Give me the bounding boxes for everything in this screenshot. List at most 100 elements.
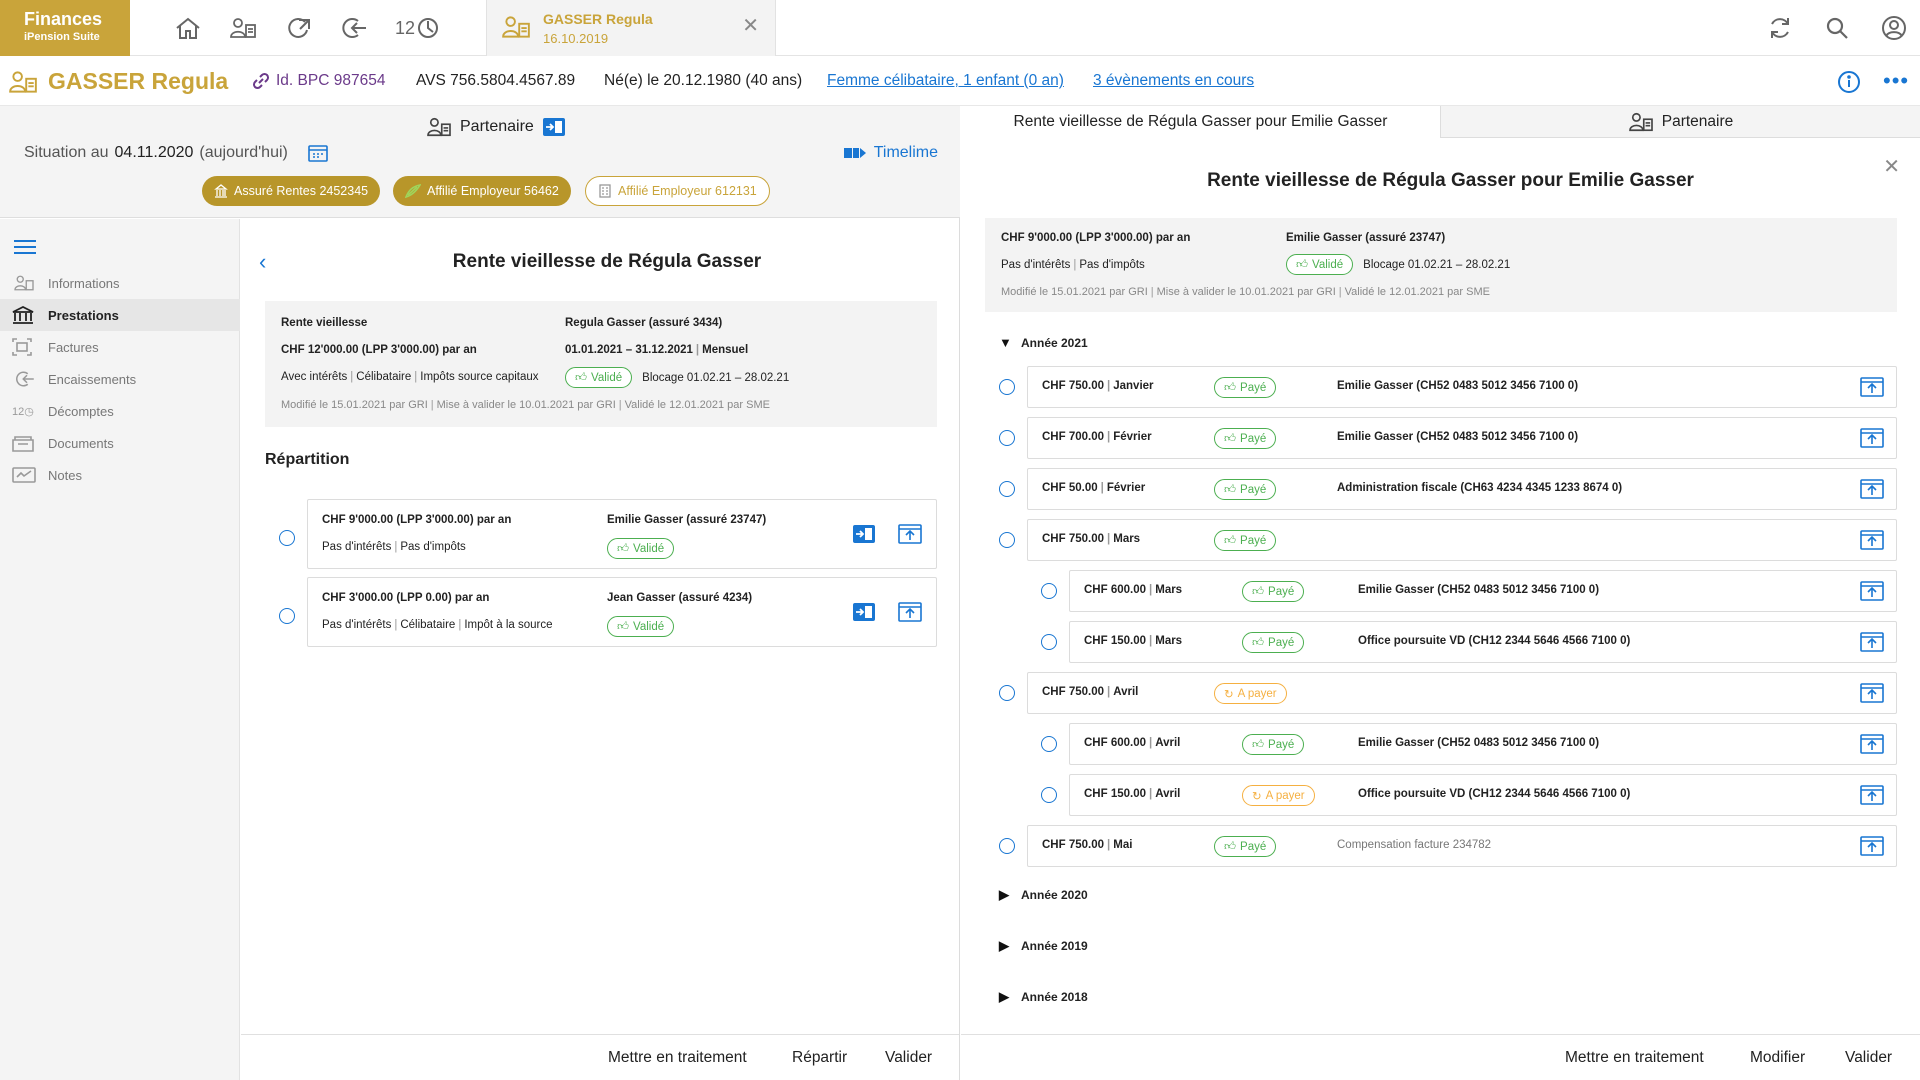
invoice-icon [12, 338, 38, 356]
pill-assure-rentes[interactable]: Assuré Rentes 2452345 [202, 176, 381, 206]
radio-payment[interactable] [999, 838, 1015, 854]
radio-repartition-2[interactable] [279, 608, 295, 624]
family-link[interactable]: Femme célibataire, 1 enfant (0 an) [827, 72, 1064, 90]
separator: | [1107, 380, 1111, 392]
calendar-icon[interactable] [308, 144, 328, 162]
payment-row[interactable]: CHF 600.00 | Mars 👍︎ Payé Emilie Gasser (CH52… [1069, 570, 1897, 612]
pending-icon: ↻ [1224, 688, 1234, 701]
upload-icon[interactable] [1860, 734, 1884, 754]
top-bar: Finances iPension Suite 12 GASSER Regula… [0, 0, 1920, 56]
radio-payment[interactable] [1041, 736, 1057, 752]
counter-icon[interactable]: 12 [392, 14, 442, 42]
card-details: Pas d'intérêts | Célibataire | Impôt à la so… [322, 619, 553, 631]
app-brand[interactable]: Finances iPension Suite [0, 0, 130, 56]
sidebar-item-factures[interactable]: Factures [0, 331, 240, 363]
payment-row[interactable]: CHF 750.00 | Mars 👍︎ Payé [1027, 519, 1897, 561]
upload-icon[interactable] [1860, 581, 1884, 601]
valider-button[interactable]: Valider [885, 1049, 932, 1067]
year-2018-header[interactable]: ▶ Année 2018 [999, 989, 1088, 1005]
person-id[interactable]: Id. BPC 987654 [276, 72, 385, 90]
status-label: Validé [591, 371, 623, 384]
upload-icon[interactable] [1860, 530, 1884, 550]
close-icon[interactable]: ✕ [742, 16, 759, 36]
year-2020-header[interactable]: ▶ Année 2020 [999, 887, 1088, 903]
events-link[interactable]: 3 évènements en cours [1093, 72, 1254, 90]
radio-repartition-1[interactable] [279, 530, 295, 546]
search-icon[interactable] [1822, 14, 1852, 42]
payment-row[interactable]: CHF 600.00 | Avril 👍︎ Payé Emilie Gasser (CH5… [1069, 723, 1897, 765]
persons-icon[interactable] [228, 14, 258, 42]
status-label: Payé [1240, 534, 1267, 547]
upload-icon[interactable] [898, 524, 922, 544]
modifier-button[interactable]: Modifier [1750, 1049, 1805, 1067]
sidebar-item-encaissements[interactable]: Encaissements [0, 363, 240, 395]
user-account-icon[interactable] [1879, 14, 1909, 42]
sidebar-item-prestations[interactable]: Prestations [0, 299, 240, 331]
pill-label: Assuré Rentes 2452345 [234, 184, 369, 198]
status-badge: 👍︎ Payé [1242, 632, 1305, 653]
situation-suffix: (aujourd'hui) [199, 144, 288, 161]
year-2019-header[interactable]: ▶ Année 2019 [999, 938, 1088, 954]
payment-row[interactable]: CHF 750.00 | Janvier 👍︎ Payé Emilie Gasser (C… [1027, 366, 1897, 408]
documents-icon [12, 434, 38, 452]
info-icon[interactable] [1837, 70, 1861, 94]
split-view-icon[interactable] [852, 602, 876, 622]
blocage: Blocage 01.02.21 – 28.02.21 [1363, 258, 1511, 271]
forward-icon[interactable] [283, 14, 313, 42]
year-2021-header[interactable]: ▼ Année 2021 [999, 335, 1088, 350]
sidebar-item-label: Notes [48, 467, 82, 483]
upload-icon[interactable] [1860, 479, 1884, 499]
building-icon [214, 184, 228, 198]
sidebar-item-documents[interactable]: Documents [0, 427, 240, 459]
radio-payment[interactable] [1041, 583, 1057, 599]
payment-row[interactable]: CHF 750.00 | Mai 👍︎ Payé Compensation facture… [1027, 825, 1897, 867]
tab-rente-emilie[interactable]: Rente vieillesse de Régula Gasser pour E… [961, 106, 1441, 138]
payment-row[interactable]: CHF 50.00 | Février 👍︎ Payé Administration fi… [1027, 468, 1897, 510]
payment-row[interactable]: CHF 150.00 | Avril ↻ A payer Office poursuite… [1069, 774, 1897, 816]
radio-payment[interactable] [999, 481, 1015, 497]
more-options-icon[interactable]: ••• [1883, 68, 1909, 94]
sidebar-item-notes[interactable]: Notes [0, 459, 240, 491]
payment-amount: CHF 50.00 [1042, 482, 1098, 494]
radio-payment[interactable] [999, 685, 1015, 701]
upload-icon[interactable] [898, 602, 922, 622]
split-view-icon[interactable] [542, 117, 566, 137]
upload-icon[interactable] [1860, 377, 1884, 397]
upload-icon[interactable] [1860, 785, 1884, 805]
payment-row[interactable]: CHF 750.00 | Avril ↻ A payer [1027, 672, 1897, 714]
timeline-button[interactable]: Timelime [843, 144, 938, 162]
upload-icon[interactable] [1860, 632, 1884, 652]
radio-payment[interactable] [1041, 787, 1057, 803]
upload-icon[interactable] [1860, 836, 1884, 856]
refresh-icon[interactable] [1765, 14, 1795, 42]
document-tab[interactable]: GASSER Regula 16.10.2019 ✕ [486, 0, 776, 56]
mettre-en-traitement-button[interactable]: Mettre en traitement [608, 1049, 747, 1067]
partner-selector[interactable]: Partenaire [426, 112, 566, 142]
home-icon[interactable] [173, 14, 203, 42]
sidebar-item-decomptes[interactable]: 12◷ Décomptes [0, 395, 240, 427]
card-amount: CHF 3'000.00 (LPP 0.00) par an [322, 592, 490, 604]
pill-affilie-employeur-2[interactable]: Affilié Employeur 612131 [585, 176, 770, 206]
sidebar-item-informations[interactable]: Informations [0, 267, 240, 299]
counter-icon: 12◷ [12, 405, 34, 418]
audit: Modifié le 15.01.2021 par GRI [281, 399, 428, 411]
tab-partenaire[interactable]: Partenaire [1441, 106, 1920, 138]
split-view-icon[interactable] [852, 524, 876, 544]
radio-payment[interactable] [1041, 634, 1057, 650]
payment-row[interactable]: CHF 700.00 | Février 👍︎ Payé Emilie Gasser (C… [1027, 417, 1897, 459]
return-icon[interactable] [338, 14, 368, 42]
valider-button[interactable]: Valider [1845, 1049, 1892, 1067]
repartir-button[interactable]: Répartir [792, 1049, 847, 1067]
payment-row[interactable]: CHF 150.00 | Mars 👍︎ Payé Office poursuite VD… [1069, 621, 1897, 663]
separator: | [1100, 482, 1104, 494]
radio-payment[interactable] [999, 430, 1015, 446]
payment-month: Avril [1155, 737, 1181, 749]
mettre-en-traitement-button[interactable]: Mettre en traitement [1565, 1049, 1704, 1067]
upload-icon[interactable] [1860, 683, 1884, 703]
upload-icon[interactable] [1860, 428, 1884, 448]
pill-affilie-employeur-1[interactable]: Affilié Employeur 56462 [393, 176, 571, 206]
radio-payment[interactable] [999, 379, 1015, 395]
hamburger-menu-icon[interactable] [14, 239, 36, 255]
status-badge: ↻ A payer [1242, 785, 1315, 806]
radio-payment[interactable] [999, 532, 1015, 548]
